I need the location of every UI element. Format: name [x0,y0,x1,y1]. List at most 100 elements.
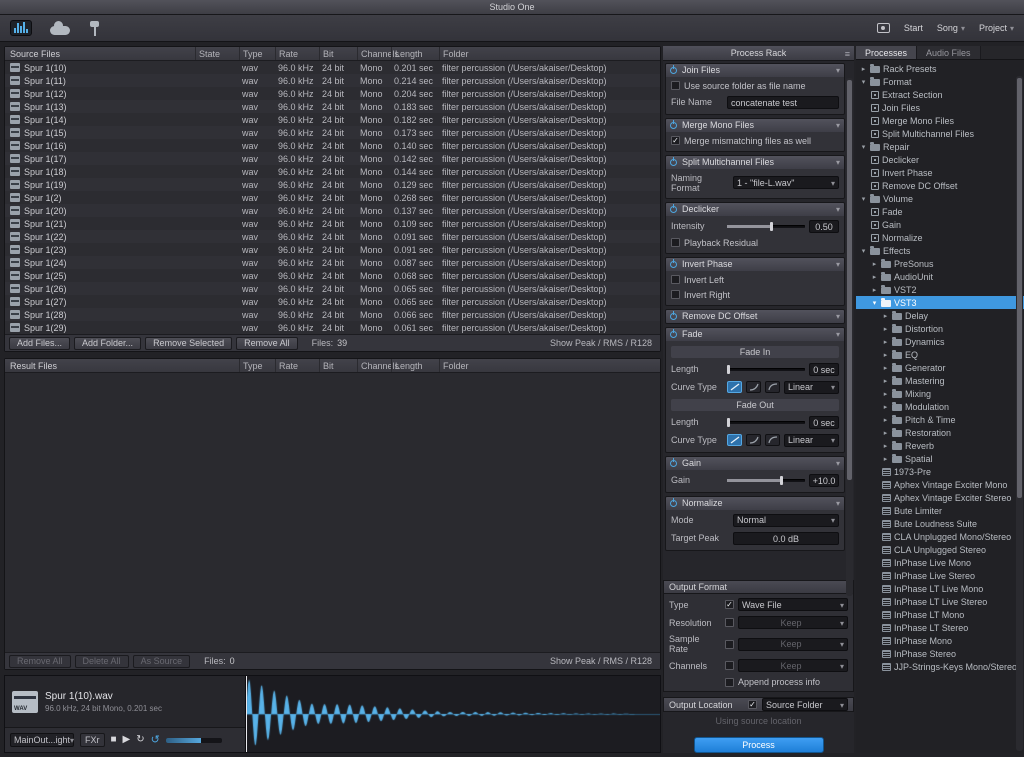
collapse-icon[interactable] [836,204,840,214]
source-file-row[interactable]: Spur 1(28)wav96.0 kHz24 bitMono0.066 sec… [5,308,660,321]
fade-in-length-value[interactable]: 0 sec [809,363,839,376]
fx-button[interactable]: FXr [80,733,105,747]
file-name-input[interactable]: concatenate test [727,96,839,109]
output-device-select[interactable]: MainOut...ight [10,733,74,747]
show-peak-toggle[interactable]: Show Peak / RMS / R128 [550,338,656,348]
slider-handle[interactable] [780,476,783,485]
source-file-row[interactable]: Spur 1(2)wav96.0 kHz24 bitMono0.268 secf… [5,191,660,204]
tree-item-join-files[interactable]: Join Files [856,101,1024,114]
tree-item-delay[interactable]: Delay [856,309,1024,322]
expander-icon[interactable] [871,299,878,307]
col-channels[interactable]: Channels [357,47,391,60]
module-header[interactable]: Normalize [666,497,844,510]
browser-scrollbar[interactable] [1016,76,1023,751]
source-file-row[interactable]: Spur 1(29)wav96.0 kHz24 bitMono0.061 sec… [5,321,660,334]
intensity-value[interactable]: 0.50 [809,220,839,233]
fade-out-length-value[interactable]: 0 sec [809,416,839,429]
invert-left-checkbox[interactable] [671,275,680,284]
expander-icon[interactable] [882,325,889,333]
cloud-icon[interactable] [50,26,70,35]
collapse-icon[interactable] [836,120,840,130]
fade-out-length-slider[interactable] [727,418,805,427]
tab-processes[interactable]: Processes [856,46,917,59]
volume-slider[interactable] [166,738,222,743]
tree-item-gain[interactable]: Gain [856,218,1024,231]
source-file-row[interactable]: Spur 1(23)wav96.0 kHz24 bitMono0.091 sec… [5,243,660,256]
expander-icon[interactable] [882,338,889,346]
expander-icon[interactable] [882,455,889,463]
tree-item-merge-mono-files[interactable]: Merge Mono Files [856,114,1024,127]
expander-icon[interactable] [882,416,889,424]
source-file-row[interactable]: Spur 1(20)wav96.0 kHz24 bitMono0.137 sec… [5,204,660,217]
tree-item-split-multichannel-files[interactable]: Split Multichannel Files [856,127,1024,140]
curve-linear-button[interactable] [727,434,742,446]
source-file-row[interactable]: Spur 1(27)wav96.0 kHz24 bitMono0.065 sec… [5,295,660,308]
expander-icon[interactable] [882,312,889,320]
waveform-display[interactable] [246,676,660,752]
expander-icon[interactable] [882,429,889,437]
tree-item-generator[interactable]: Generator [856,361,1024,374]
loop-button[interactable]: ↻ [136,733,144,747]
power-icon[interactable] [670,122,677,129]
power-icon[interactable] [670,67,677,74]
tree-item-bute-loudness-suite[interactable]: Bute Loudness Suite [856,517,1024,530]
delete-all-button[interactable]: Delete All [75,655,129,668]
fade-in-length-slider[interactable] [727,365,805,374]
source-file-row[interactable]: Spur 1(18)wav96.0 kHz24 bitMono0.144 sec… [5,165,660,178]
expander-icon[interactable] [882,351,889,359]
tree-item-inphase-lt-live-stereo[interactable]: InPhase LT Live Stereo [856,595,1024,608]
resolution-select[interactable]: Keep [738,616,848,629]
collapse-icon[interactable] [836,311,840,321]
col-rate[interactable]: Rate [275,47,319,60]
tree-item-invert-phase[interactable]: Invert Phase [856,166,1024,179]
rack-scrollbar[interactable] [846,78,853,596]
collapse-icon[interactable] [836,259,840,269]
tree-item-cla-unplugged-mono-stereo[interactable]: CLA Unplugged Mono/Stereo [856,530,1024,543]
source-file-row[interactable]: Spur 1(15)wav96.0 kHz24 bitMono0.173 sec… [5,126,660,139]
type-select[interactable]: Wave File [738,598,848,611]
source-file-row[interactable]: Spur 1(12)wav96.0 kHz24 bitMono0.204 sec… [5,87,660,100]
start-page-button[interactable]: Start [904,23,923,33]
tree-item-declicker[interactable]: Declicker [856,153,1024,166]
curve-linear-button[interactable] [727,381,742,393]
playback-residual-checkbox[interactable] [671,238,680,247]
tree-item-bute-limiter[interactable]: Bute Limiter [856,504,1024,517]
tree-item-dynamics[interactable]: Dynamics [856,335,1024,348]
source-file-row[interactable]: Spur 1(11)wav96.0 kHz24 bitMono0.214 sec… [5,74,660,87]
tree-item-fade[interactable]: Fade [856,205,1024,218]
collapse-icon[interactable] [836,65,840,75]
as-source-button[interactable]: As Source [133,655,191,668]
collapse-icon[interactable] [836,498,840,508]
collapse-icon[interactable] [836,329,840,339]
tree-item-inphase-mono[interactable]: InPhase Mono [856,634,1024,647]
merge-mismatching-checkbox[interactable] [671,136,680,145]
col-type[interactable]: Type [239,47,275,60]
tree-item-eq[interactable]: EQ [856,348,1024,361]
normalize-mode-select[interactable]: Normal [733,514,839,527]
stop-button[interactable]: ■ [111,733,117,747]
expander-icon[interactable] [860,247,867,255]
module-header[interactable]: Declicker [666,203,844,216]
playback-cursor[interactable] [246,676,247,752]
slider-handle[interactable] [727,418,730,427]
curve-log-button[interactable] [746,434,761,446]
col-length[interactable]: Length [391,359,439,372]
tree-item-mixing[interactable]: Mixing [856,387,1024,400]
tree-item-inphase-stereo[interactable]: InPhase Stereo [856,647,1024,660]
process-button[interactable]: Process [694,737,824,753]
power-icon[interactable] [670,331,677,338]
module-header[interactable]: Remove DC Offset [666,310,844,323]
tree-item-1973-pre[interactable]: 1973-Pre [856,465,1024,478]
module-header[interactable]: Join Files [666,64,844,77]
expander-icon[interactable] [860,143,867,151]
module-header[interactable]: Merge Mono Files [666,119,844,132]
scrollbar-thumb[interactable] [1017,78,1022,498]
remove-selected-button[interactable]: Remove Selected [145,337,232,350]
source-file-row[interactable]: Spur 1(10)wav96.0 kHz24 bitMono0.201 sec… [5,61,660,74]
source-file-row[interactable]: Spur 1(21)wav96.0 kHz24 bitMono0.109 sec… [5,217,660,230]
slider-handle[interactable] [727,365,730,374]
tree-item-repair[interactable]: Repair [856,140,1024,153]
exchange-icon[interactable] [88,21,102,36]
col-type[interactable]: Type [239,359,275,372]
tree-item-audiounit[interactable]: AudioUnit [856,270,1024,283]
